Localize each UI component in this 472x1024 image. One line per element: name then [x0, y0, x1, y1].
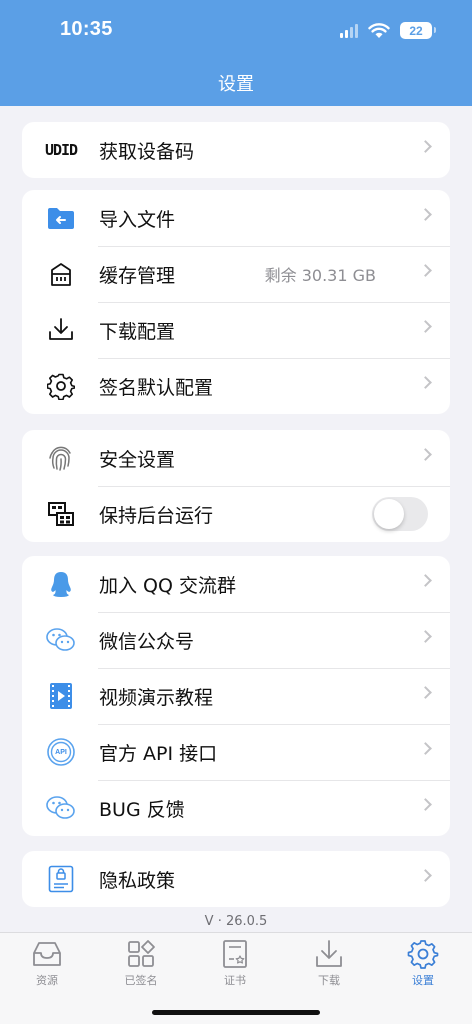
row-keep-background: 保持后台运行: [22, 486, 450, 542]
gear-icon: [46, 372, 76, 400]
tab-label: 下载: [318, 974, 340, 987]
certificate-icon: [223, 940, 247, 968]
row-label: 保持后台运行: [99, 504, 214, 527]
row-cache-manage[interactable]: 缓存管理 剩余 30.31 GB: [22, 246, 450, 302]
status-bar: 10:35 22: [0, 0, 472, 60]
row-privacy-policy[interactable]: 隐私政策: [22, 851, 450, 907]
row-video-tutorial[interactable]: 视频演示教程: [22, 668, 450, 724]
row-security-settings[interactable]: 安全设置: [22, 430, 450, 486]
folder-import-icon: [46, 204, 76, 232]
tab-settings[interactable]: 设置: [376, 939, 470, 991]
row-label: 导入文件: [99, 208, 176, 231]
row-label: 签名默认配置: [99, 376, 214, 399]
chevron-right-icon: [419, 574, 432, 587]
tab-label: 资源: [36, 974, 58, 987]
row-join-qq[interactable]: 加入 QQ 交流群: [22, 556, 450, 612]
status-icons: 22: [340, 22, 436, 39]
wechat-icon: [46, 626, 76, 654]
tab-downloads[interactable]: 下载: [282, 939, 376, 991]
battery-icon: 22: [400, 22, 436, 39]
settings-tab-icon: [407, 940, 439, 969]
settings-group-security: 安全设置 保持后台运行: [22, 430, 450, 542]
row-label: 获取设备码: [99, 140, 195, 163]
keep-background-toggle[interactable]: [372, 497, 428, 531]
navigation-header: 10:35 22 设置: [0, 0, 472, 106]
udid-icon: UDID: [44, 141, 78, 159]
toggle-knob: [374, 499, 404, 529]
chevron-right-icon: [419, 630, 432, 643]
chevron-right-icon: [419, 264, 432, 277]
chevron-right-icon: [419, 742, 432, 755]
download-icon: [46, 316, 76, 344]
row-sign-default-config[interactable]: 签名默认配置: [22, 358, 450, 414]
settings-group-community: 加入 QQ 交流群 微信公众号 视频演示教程 API 官方 API 接口 BUG…: [22, 556, 450, 836]
chevron-right-icon: [419, 208, 432, 221]
wifi-icon: [368, 22, 390, 38]
storage-icon: [46, 260, 76, 288]
settings-group-device: UDID 获取设备码: [22, 122, 450, 178]
status-time: 10:35: [60, 18, 113, 40]
fingerprint-icon: [46, 444, 76, 472]
chevron-right-icon: [419, 798, 432, 811]
row-get-udid[interactable]: UDID 获取设备码: [22, 122, 450, 178]
row-label: 隐私政策: [99, 869, 176, 892]
row-bug-feedback[interactable]: BUG 反馈: [22, 780, 450, 836]
api-icon: API: [46, 738, 76, 766]
tab-label: 已签名: [124, 974, 158, 987]
chevron-right-icon: [419, 376, 432, 389]
settings-group-privacy: 隐私政策: [22, 851, 450, 907]
tab-resources[interactable]: 资源: [0, 939, 94, 991]
row-official-api[interactable]: API 官方 API 接口: [22, 724, 450, 780]
row-import-file[interactable]: 导入文件: [22, 190, 450, 246]
chevron-right-icon: [419, 869, 432, 882]
row-label: 微信公众号: [99, 630, 195, 653]
row-label: 缓存管理: [99, 264, 176, 287]
inbox-icon: [33, 942, 61, 966]
signal-icon: [340, 23, 358, 38]
row-label: 下载配置: [99, 320, 176, 343]
feedback-icon: [46, 794, 76, 822]
row-label: 官方 API 接口: [99, 742, 218, 765]
chevron-right-icon: [419, 448, 432, 461]
tab-signed[interactable]: 已签名: [94, 939, 188, 991]
row-wechat-official[interactable]: 微信公众号: [22, 612, 450, 668]
download-tab-icon: [316, 940, 342, 967]
video-icon: [46, 682, 76, 710]
storage-remaining: 剩余 30.31 GB: [264, 266, 376, 285]
background-run-icon: [46, 500, 76, 528]
row-label: 安全设置: [99, 448, 176, 471]
row-download-config[interactable]: 下载配置: [22, 302, 450, 358]
settings-group-files: 导入文件 缓存管理 剩余 30.31 GB 下载配置 签名默认配置: [22, 190, 450, 414]
home-indicator: [152, 1010, 320, 1015]
row-label: BUG 反馈: [99, 798, 185, 821]
tab-label: 证书: [224, 974, 246, 987]
chevron-right-icon: [419, 686, 432, 699]
chevron-right-icon: [419, 320, 432, 333]
apps-grid-icon: [128, 940, 155, 967]
tab-certificate[interactable]: 证书: [188, 939, 282, 991]
qq-icon: [46, 570, 76, 598]
row-label: 加入 QQ 交流群: [99, 574, 236, 597]
tab-label: 设置: [412, 974, 434, 987]
app-version: V · 26.0.5: [204, 914, 268, 929]
chevron-right-icon: [419, 140, 432, 153]
privacy-icon: [46, 865, 76, 893]
row-label: 视频演示教程: [99, 686, 214, 709]
page-title: 设置: [218, 74, 254, 95]
